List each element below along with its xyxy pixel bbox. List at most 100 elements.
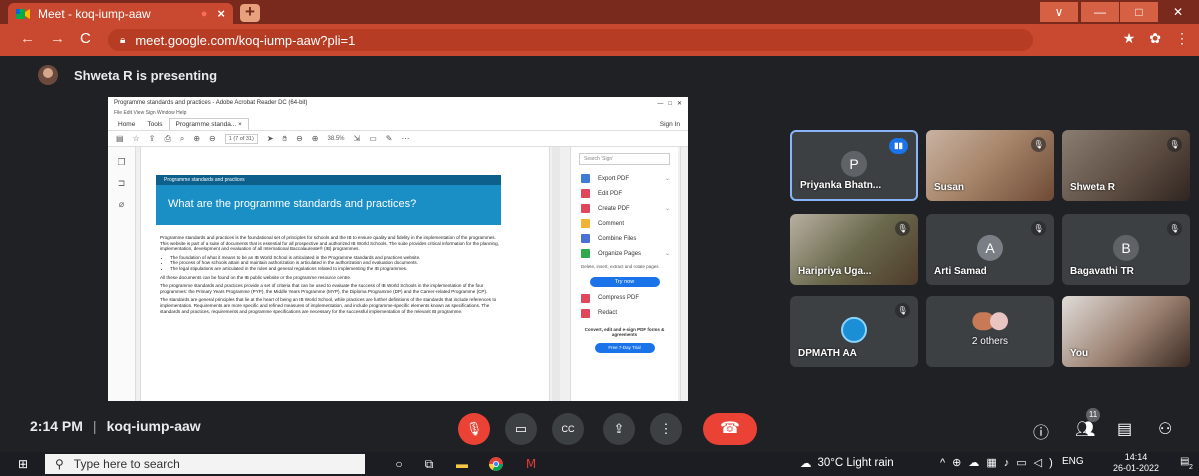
windows-start-icon[interactable]: ⊞ — [18, 457, 28, 471]
more-options-button[interactable]: ⋮ — [650, 413, 682, 445]
back-arrow-icon[interactable]: ← — [20, 30, 35, 47]
zoom-level: 38.5% — [327, 135, 345, 142]
acrobat-title-bar: Programme standards and practices - Adob… — [108, 97, 688, 110]
tab-title: Meet - koq-iump-aaw — [38, 6, 151, 21]
participant-tile[interactable]: ▮▮ P Priyanka Bhatn... — [790, 130, 918, 201]
tool-icon — [581, 234, 590, 243]
new-tab-button[interactable]: + — [240, 3, 260, 22]
language-indicator[interactable]: ENG — [1062, 456, 1084, 467]
acrobat-tab-tools: Tools — [147, 121, 163, 128]
print-icon: ⎙ — [164, 133, 171, 143]
bookmark-icon: ⊐ — [117, 178, 126, 188]
mic-toggle-button[interactable]: 🎙︎ — [458, 413, 490, 445]
people-icon[interactable]: 👥︎ — [1075, 419, 1095, 439]
tool-icon — [581, 189, 590, 198]
participant-tile[interactable]: 🎙︎ A Arti Samad — [926, 214, 1054, 285]
avatar — [990, 311, 1008, 330]
participant-tile[interactable]: You — [1062, 296, 1190, 367]
pages-icon: ❐ — [117, 157, 126, 167]
search-icon: ⚲ — [55, 457, 64, 471]
system-tray-icons[interactable]: ^⊕☁▦♪▭◁) — [940, 456, 1060, 469]
meeting-info: 2:14 PM | koq-iump-aaw — [30, 418, 201, 434]
tool-label: Redact — [598, 310, 618, 316]
avatar: B — [1113, 234, 1139, 261]
taskbar-search[interactable]: ⚲ Type here to search — [45, 454, 365, 474]
speaking-indicator-icon: ▮▮ — [889, 138, 908, 154]
doc-paragraph: Programme standards and practices is the… — [160, 235, 499, 252]
task-view-icon[interactable]: ⧉ — [420, 456, 438, 472]
mic-off-icon: 🎙︎ — [1167, 137, 1182, 152]
acrobat-window-title: Programme standards and practices - Adob… — [114, 100, 308, 106]
forward-arrow-icon[interactable]: → — [50, 30, 65, 47]
participant-name: Haripriya Uga... — [798, 266, 872, 277]
menu-kebab-icon[interactable]: ⋮ — [1175, 30, 1189, 47]
acrobat-body: ❐ ⊐ ⌀ Programme standards and practices … — [108, 147, 688, 401]
lock-icon: 🔒︎ — [120, 34, 126, 46]
mic-off-icon: 🎙︎ — [1031, 221, 1046, 236]
mcafee-icon[interactable]: Ⅿ — [522, 456, 540, 472]
clock[interactable]: 14:14 26-01-2022 — [1113, 452, 1159, 474]
page-down-icon: ⊖ — [209, 134, 216, 143]
tool-label: Edit PDF — [598, 190, 623, 197]
close-window-button[interactable]: ✕ — [1159, 2, 1197, 22]
cloud-rain-icon: ☁︎ — [800, 458, 812, 470]
chat-icon[interactable]: ▤ — [1117, 419, 1132, 439]
upload-icon: ⇪ — [148, 134, 156, 143]
tool-label: Combine Files — [598, 235, 637, 242]
weather-widget[interactable]: ☁︎ 30°C Light rain — [800, 456, 894, 470]
participant-name: DPMATH AA — [798, 348, 857, 359]
info-icon[interactable]: ⓘ — [1033, 419, 1049, 443]
doc-paragraph: All these documents can be found on the … — [160, 274, 352, 280]
acrobat-tool-item: Compress PDF — [571, 291, 678, 306]
reload-icon[interactable]: C — [80, 30, 91, 47]
maximize-button[interactable]: □ — [1120, 2, 1158, 22]
url-text: meet.google.com/koq-iump-aaw?pli=1 — [135, 32, 356, 48]
presenter-avatar — [38, 65, 58, 85]
participant-tile[interactable]: 🎙︎ Susan — [926, 130, 1054, 201]
participant-tile[interactable]: 2 others — [926, 296, 1054, 367]
avatar: P — [841, 150, 867, 177]
fit-icon: ⇲ — [353, 134, 361, 143]
tab-search-button[interactable]: ∨ — [1040, 2, 1078, 22]
close-tab-icon[interactable]: × — [217, 6, 225, 21]
left-rail: ❐ ⊐ ⌀ — [108, 147, 136, 401]
page-indicator: 1 (7 of 31) — [224, 133, 258, 144]
search-icon: ⌕ — [179, 133, 185, 143]
present-screen-button[interactable]: ⇪ — [603, 413, 635, 445]
participant-tile[interactable]: 🎙︎ DPMATH AA — [790, 296, 918, 367]
file-explorer-icon[interactable]: ▬ — [453, 456, 471, 472]
acrobat-tool-item: Comment — [571, 216, 678, 231]
tool-label: Export PDF — [598, 175, 630, 182]
minimize-button[interactable]: — — [1081, 2, 1119, 22]
participant-tile[interactable]: 🎙︎ B Bagavathi TR — [1062, 214, 1190, 285]
zoom-out-icon: ⊖ — [296, 134, 303, 143]
more-icon: ⋯ — [401, 134, 410, 143]
presenter-bar: Shweta R is presenting — [0, 56, 1199, 94]
separator: | — [92, 418, 97, 434]
chevron-down-icon: ⌄ — [664, 176, 670, 182]
acrobat-tab-home: Home — [118, 121, 136, 128]
captions-button[interactable]: CC — [552, 413, 584, 445]
chevron-down-icon: ⌄ — [664, 251, 670, 257]
leave-call-button[interactable]: ☎︎ — [703, 413, 757, 445]
chrome-icon[interactable] — [487, 456, 505, 472]
mic-off-icon: 🎙︎ — [1031, 137, 1046, 152]
browser-tab[interactable]: Meet - koq-iump-aaw ● × — [8, 3, 233, 24]
acrobat-tabs: Home Tools Programme standa... × Sign In — [108, 118, 688, 131]
activities-icon[interactable]: ⚇ — [1158, 419, 1172, 439]
acrobat-sign-in: Sign In — [659, 121, 680, 128]
extension-icon[interactable]: ✿ — [1149, 30, 1161, 47]
participant-tile[interactable]: 🎙︎ Haripriya Uga... — [790, 214, 918, 285]
camera-toggle-button[interactable]: ▭ — [505, 413, 537, 445]
cortana-icon[interactable]: ○ — [390, 456, 408, 472]
page-up-icon: ⊕ — [193, 134, 201, 143]
participant-tile[interactable]: 🎙︎ Shweta R — [1062, 130, 1190, 201]
tool-icon — [581, 204, 590, 213]
toolbar-icons: ★ ✿ ⋮ — [1123, 30, 1189, 47]
tools-search: Search 'Sign' — [579, 153, 670, 165]
browser-tab-strip: Meet - koq-iump-aaw ● × + ∨ — □ ✕ — [0, 0, 1199, 24]
bookmark-star-icon[interactable]: ★ — [1123, 30, 1136, 47]
doc-paragraph: The programme standards and practices pr… — [160, 283, 488, 294]
participant-name: You — [1070, 348, 1089, 359]
address-bar[interactable]: 🔒︎ meet.google.com/koq-iump-aaw?pli=1 — [108, 29, 1033, 51]
